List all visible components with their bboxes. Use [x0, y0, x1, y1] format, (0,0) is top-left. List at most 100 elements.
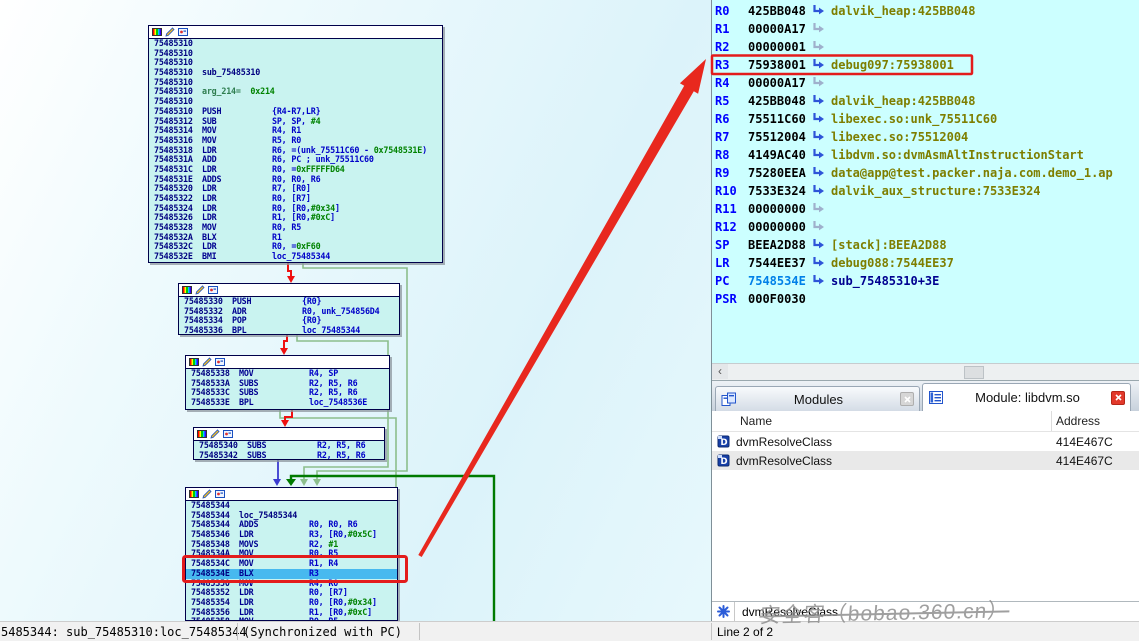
status-location: 5485344: sub_75485310:loc_75485344: [1, 625, 247, 639]
register-value[interactable]: 75280EEA: [748, 164, 812, 182]
register-row-r12[interactable]: R1200000000: [712, 218, 1139, 236]
register-value[interactable]: 7544EE37: [748, 254, 812, 272]
scrollbar-thumb[interactable]: [964, 366, 984, 379]
register-value[interactable]: 00000000: [748, 200, 812, 218]
register-annotation: dalvik_heap:425BB048: [831, 94, 976, 108]
graph-node-1[interactable]: 75485310754853107548531075485310sub_7548…: [148, 25, 443, 263]
edit-pencil-icon[interactable]: [202, 357, 212, 367]
asm-line[interactable]: 75485342SUBSR2, R5, R6: [194, 451, 384, 460]
status-sync: (Synchronized with PC): [243, 625, 402, 639]
register-value[interactable]: 75938001: [748, 56, 812, 74]
register-row-r9[interactable]: R975280EEAdata@app@test.packer.naja.com.…: [712, 164, 1139, 182]
graph-node-5[interactable]: 7548534475485344loc_7548534475485344ADDS…: [185, 487, 398, 621]
edit-pencil-icon[interactable]: [210, 429, 220, 439]
edge-arrowhead: [313, 479, 321, 486]
register-value[interactable]: 000F0030: [748, 290, 812, 308]
register-value[interactable]: 00000001: [748, 38, 812, 56]
group-node-icon[interactable]: [178, 27, 188, 37]
separator: [711, 623, 712, 640]
edge-arrowhead: [287, 276, 295, 283]
export-name: dvmResolveClass: [736, 435, 832, 449]
tab-close-button[interactable]: [1111, 391, 1125, 405]
tab-label: Modules: [741, 392, 896, 407]
asm-line[interactable]: 75485336BPLloc_75485344: [179, 326, 399, 335]
register-value[interactable]: 75511C60: [748, 110, 812, 128]
register-name: R4: [715, 74, 748, 92]
edit-pencil-icon[interactable]: [202, 489, 212, 499]
register-row-r1[interactable]: R100000A17: [712, 20, 1139, 38]
register-row-r7[interactable]: R775512004libexec.so:75512004: [712, 128, 1139, 146]
register-row-r0[interactable]: R0425BB048dalvik_heap:425BB048: [712, 2, 1139, 20]
points-to-arrow-icon: [812, 77, 825, 88]
graph-node-2[interactable]: 75485330PUSH{R0}75485332ADRR0, unk_75485…: [178, 283, 400, 335]
register-value[interactable]: 425BB048: [748, 2, 812, 20]
group-node-icon[interactable]: [223, 429, 233, 439]
filter-star-icon[interactable]: [717, 605, 730, 618]
register-value[interactable]: 4149AC40: [748, 146, 812, 164]
register-annotation: data@app@test.packer.naja.com.demo_1.ap: [831, 166, 1113, 180]
debugger-right-pane: R0425BB048dalvik_heap:425BB048R100000A17…: [711, 0, 1139, 621]
tab-module-libdvm[interactable]: Module: libdvm.so: [922, 383, 1131, 411]
register-row-lr[interactable]: LR7544EE37debug088:7544EE37: [712, 254, 1139, 272]
tab-modules[interactable]: Modules: [715, 386, 920, 411]
register-row-r11[interactable]: R1100000000: [712, 200, 1139, 218]
horizontal-scrollbar[interactable]: ‹: [712, 363, 1139, 380]
asm-line[interactable]: 7548533EBPLloc_7548536E: [186, 398, 389, 408]
module-file-icon: [928, 390, 944, 405]
register-annotation: libdvm.so:dvmAsmAltInstructionStart: [831, 148, 1084, 162]
filter-input[interactable]: dvmResolveClass: [742, 605, 838, 619]
node-color-palette-icon[interactable]: [189, 358, 199, 366]
graph-node-4[interactable]: 75485340SUBSR2, R5, R675485342SUBSR2, R5…: [193, 427, 385, 460]
column-header-address[interactable]: Address: [1056, 414, 1100, 428]
tab-close-button[interactable]: [900, 392, 914, 406]
separator: [237, 623, 238, 640]
register-row-r6[interactable]: R675511C60libexec.so:unk_75511C60: [712, 110, 1139, 128]
column-header-name[interactable]: Name: [740, 414, 772, 428]
register-row-r3[interactable]: R375938001debug097:75938001: [712, 56, 1139, 74]
register-value[interactable]: 7533E324: [748, 182, 812, 200]
register-value[interactable]: 7548534E: [748, 272, 812, 290]
group-node-icon[interactable]: [215, 357, 225, 367]
table-header[interactable]: Name Address: [712, 411, 1139, 432]
modules-panel: Modules Module: libdvm.so: [712, 381, 1139, 621]
export-address: 414E467C: [1056, 454, 1113, 468]
registers-view[interactable]: R0425BB048dalvik_heap:425BB048R100000A17…: [712, 0, 1139, 381]
register-value[interactable]: 425BB048: [748, 92, 812, 110]
group-node-icon[interactable]: [215, 489, 225, 499]
register-row-sp[interactable]: SPBEEA2D88[stack]:BEEA2D88: [712, 236, 1139, 254]
node-color-palette-icon[interactable]: [197, 430, 207, 438]
edit-pencil-icon[interactable]: [195, 285, 205, 295]
asm-line[interactable]: 7548532EBMIloc_75485344: [149, 252, 442, 262]
group-node-icon[interactable]: [208, 285, 218, 295]
register-value[interactable]: 00000A17: [748, 74, 812, 92]
register-annotation: dalvik_aux_structure:7533E324: [831, 184, 1041, 198]
register-row-pc[interactable]: PC7548534Esub_75485310+3E: [712, 272, 1139, 290]
register-name: R3: [715, 56, 748, 74]
quick-filter-bar[interactable]: dvmResolveClass: [712, 601, 1139, 621]
register-row-r2[interactable]: R200000001: [712, 38, 1139, 56]
points-to-arrow-icon: [812, 113, 825, 124]
register-value[interactable]: 00000000: [748, 218, 812, 236]
register-row-psr[interactable]: PSR000F0030: [712, 290, 1139, 308]
register-row-r5[interactable]: R5425BB048dalvik_heap:425BB048: [712, 92, 1139, 110]
node-color-palette-icon[interactable]: [182, 286, 192, 294]
node-color-palette-icon[interactable]: [189, 490, 199, 498]
separator: [734, 602, 735, 621]
register-row-r8[interactable]: R84149AC40libdvm.so:dvmAsmAltInstruction…: [712, 146, 1139, 164]
disassembly-graph-view[interactable]: 75485310754853107548531075485310sub_7548…: [0, 0, 711, 621]
register-row-r10[interactable]: R107533E324dalvik_aux_structure:7533E324: [712, 182, 1139, 200]
scroll-left-button[interactable]: ‹: [712, 364, 728, 379]
edit-pencil-icon[interactable]: [165, 27, 175, 37]
exports-list[interactable]: DdvmResolveClass414E467CDdvmResolveClass…: [712, 432, 1139, 601]
column-separator[interactable]: [1051, 411, 1052, 431]
module-export-row[interactable]: DdvmResolveClass414E467C: [712, 451, 1139, 470]
points-to-arrow-icon: [812, 41, 825, 52]
node-color-palette-icon[interactable]: [152, 28, 162, 36]
edge-arrowhead: [273, 479, 281, 486]
register-value[interactable]: 75512004: [748, 128, 812, 146]
register-value[interactable]: BEEA2D88: [748, 236, 812, 254]
register-value[interactable]: 00000A17: [748, 20, 812, 38]
register-row-r4[interactable]: R400000A17: [712, 74, 1139, 92]
graph-node-3[interactable]: 75485338MOVR4, SP7548533ASUBSR2, R5, R67…: [185, 355, 390, 410]
module-export-row[interactable]: DdvmResolveClass414E467C: [712, 432, 1139, 451]
